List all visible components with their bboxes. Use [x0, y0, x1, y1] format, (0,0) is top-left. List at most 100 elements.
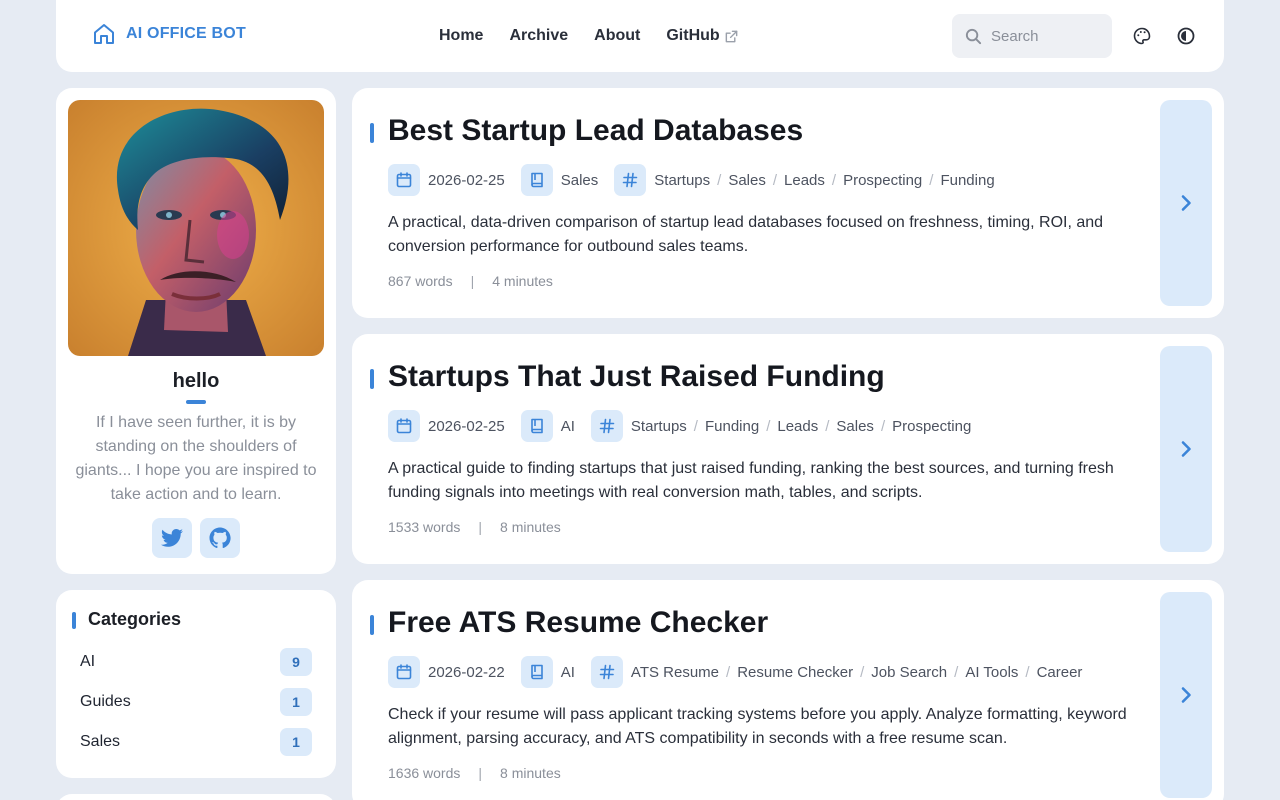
post-tag-link[interactable]: Funding [705, 418, 759, 435]
tag-separator: / [954, 663, 959, 681]
search-input[interactable] [991, 27, 1101, 45]
profile-name: hello [172, 370, 220, 392]
calendar-icon [396, 172, 412, 188]
tag-separator: / [831, 171, 837, 189]
twitter-button[interactable] [152, 518, 192, 558]
book-icon [530, 664, 543, 680]
category-count-badge: 1 [280, 728, 312, 756]
post-category-link[interactable]: Sales [561, 172, 599, 189]
calendar-icon [396, 664, 412, 680]
book-icon-box [520, 656, 553, 688]
category-label: Sales [80, 733, 121, 750]
post-word-count: 1533 words [388, 519, 461, 535]
hash-icon [599, 418, 615, 434]
post-tag-link[interactable]: Startups [654, 172, 710, 189]
nav-about[interactable]: About [581, 27, 653, 45]
post-open-button[interactable] [1160, 592, 1212, 798]
post-tag-link[interactable]: Resume Checker [737, 664, 853, 681]
post-description: A practical, data-driven comparison of s… [388, 214, 1104, 255]
profile-card: hello If I have seen further, it is by s… [56, 88, 336, 574]
post-category-link[interactable]: AI [561, 664, 575, 681]
chevron-right-icon [1181, 195, 1191, 211]
category-count-badge: 9 [280, 648, 312, 676]
post-tag-link[interactable]: Sales [836, 418, 874, 435]
post-title[interactable]: Startups That Just Raised Funding [388, 360, 885, 394]
post-tag-link[interactable]: Startups [631, 418, 687, 435]
categories-title: Categories [88, 609, 182, 629]
post-tag-link[interactable]: AI Tools [965, 664, 1018, 681]
book-icon-box [520, 164, 553, 196]
hash-icon-box [590, 656, 623, 688]
brand-link[interactable]: AI OFFICE BOT [92, 22, 246, 46]
post-tag-link[interactable]: Leads [777, 418, 818, 435]
hash-icon [599, 664, 615, 680]
profile-bio: If I have seen further, it is by standin… [75, 414, 317, 503]
section-accent-bar [72, 612, 76, 629]
theme-toggle-icon [1177, 27, 1195, 45]
github-icon [209, 527, 231, 549]
post-category-link[interactable]: AI [561, 418, 575, 435]
github-button[interactable] [200, 518, 240, 558]
chevron-right-icon [1181, 441, 1191, 457]
top-navbar: AI OFFICE BOT Home Archive About GitHub [56, 0, 1224, 72]
post-stats: 867 words | 4 minutes [388, 273, 553, 289]
post-tag-link[interactable]: Prospecting [843, 172, 922, 189]
post-open-button[interactable] [1160, 346, 1212, 552]
post-tag-link[interactable]: Career [1037, 664, 1083, 681]
post-meta: 2026-02-22 AI ATS Resume / Resume Checke… [388, 656, 1082, 688]
avatar-portrait-image [68, 100, 324, 356]
external-link-icon [725, 30, 738, 42]
tag-separator: / [929, 171, 934, 189]
brand-name: AI OFFICE BOT [126, 25, 246, 42]
category-label: Guides [80, 693, 131, 710]
post-stats: 1533 words | 8 minutes [388, 519, 561, 535]
post-accent-bar [370, 615, 374, 635]
tag-separator: / [1025, 663, 1030, 681]
theme-toggle-button[interactable] [1173, 23, 1199, 49]
nav-github[interactable]: GitHub [653, 27, 751, 45]
post-meta: 2026-02-25 AI Startups / Funding / Leads… [388, 410, 971, 442]
book-icon [530, 172, 543, 188]
search-box[interactable] [952, 14, 1112, 58]
post-title[interactable]: Free ATS Resume Checker [388, 606, 768, 640]
palette-button[interactable] [1129, 23, 1155, 49]
post-read-time: 8 minutes [500, 519, 561, 535]
stat-separator: | [478, 765, 483, 781]
twitter-icon [161, 529, 183, 547]
search-icon [965, 28, 982, 44]
post-date: 2026-02-25 [428, 417, 505, 435]
calendar-icon-box [388, 656, 420, 688]
category-item-ai[interactable]: AI 9 [68, 642, 324, 682]
nav-archive[interactable]: Archive [496, 27, 581, 45]
post-accent-bar [370, 123, 374, 143]
category-count-badge: 1 [280, 688, 312, 716]
hash-icon [622, 172, 638, 188]
hash-icon-box [590, 410, 623, 442]
post-tag-link[interactable]: Job Search [871, 664, 947, 681]
tag-separator: / [717, 171, 722, 189]
nav-home[interactable]: Home [426, 27, 496, 45]
post-open-button[interactable] [1160, 100, 1212, 306]
post-tag-link[interactable]: Prospecting [892, 418, 971, 435]
hash-icon-box [614, 164, 647, 196]
calendar-icon-box [388, 410, 420, 442]
tag-separator: / [772, 171, 778, 189]
post-accent-bar [370, 369, 374, 389]
post-date: 2026-02-25 [428, 171, 505, 189]
post-tag-link[interactable]: Funding [940, 172, 994, 189]
category-item-guides[interactable]: Guides 1 [68, 682, 324, 722]
post-tag-link[interactable]: Leads [784, 172, 825, 189]
calendar-icon-box [388, 164, 420, 196]
social-links [152, 518, 240, 558]
sidebar-next-card [56, 794, 336, 800]
post-tag-link[interactable]: Sales [728, 172, 766, 189]
category-item-sales[interactable]: Sales 1 [68, 722, 324, 762]
post-card: Startups That Just Raised Funding 2026-0… [352, 334, 1224, 564]
post-meta: 2026-02-25 Sales Startups / Sales / Lead… [388, 164, 995, 196]
post-title[interactable]: Best Startup Lead Databases [388, 114, 803, 148]
book-icon-box [520, 410, 553, 442]
calendar-icon [396, 418, 412, 434]
post-tag-link[interactable]: ATS Resume [631, 664, 719, 681]
palette-icon [1133, 27, 1151, 45]
categories-card: Categories AI 9 Guides 1 Sales 1 [56, 590, 336, 778]
